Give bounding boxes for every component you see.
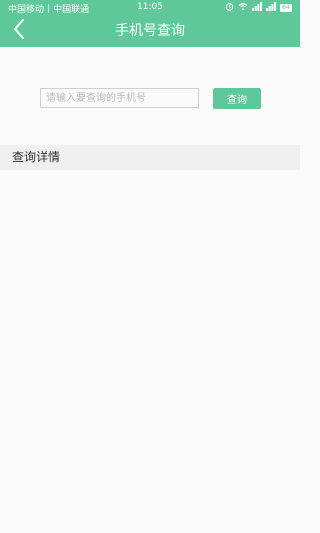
signal-2-icon	[266, 2, 276, 14]
back-button[interactable]	[6, 18, 32, 44]
page-title: 手机号查询	[115, 23, 185, 39]
alarm-icon	[225, 2, 234, 14]
battery-icon: 64	[280, 4, 292, 12]
search-area: 查询	[0, 47, 300, 145]
title-bar: 手机号查询	[0, 15, 300, 47]
status-bar: 中国移动 | 中国联通 11:05 64	[0, 0, 300, 15]
query-button[interactable]: 查询	[213, 88, 261, 109]
phone-number-input[interactable]	[40, 88, 199, 108]
chevron-left-icon	[12, 18, 26, 44]
signal-1-icon	[252, 2, 262, 14]
wifi-icon	[238, 2, 248, 14]
detail-section-header: 查询详情	[0, 145, 300, 170]
status-icons: 64	[225, 2, 292, 14]
detail-content-area	[0, 170, 300, 533]
